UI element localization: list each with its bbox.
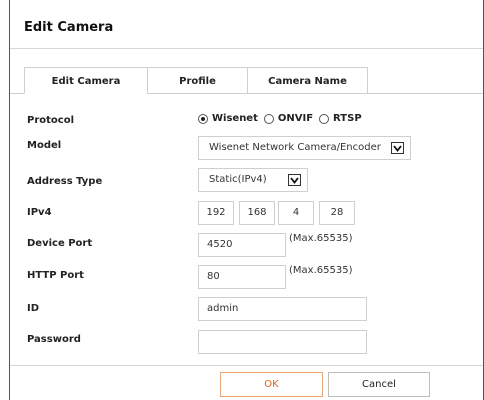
radio-button-icon (198, 113, 208, 124)
ipv4-label: IPv4 (27, 207, 52, 218)
password-label: Password (27, 334, 81, 345)
protocol-radio-group: Wisenet ONVIF RTSP (198, 113, 368, 124)
ipv4-octet-4[interactable]: 28 (319, 201, 355, 225)
device-port-label: Device Port (27, 238, 93, 249)
tab-bar: Edit Camera Profile Camera Name (24, 67, 479, 94)
model-label: Model (27, 140, 62, 151)
radio-rtsp-label: RTSP (333, 113, 362, 124)
footer-divider (10, 365, 483, 366)
ipv4-octet-2[interactable]: 168 (239, 201, 275, 225)
radio-onvif-label: ONVIF (277, 113, 314, 124)
model-select[interactable]: Wisenet Network Camera/Encoder (198, 136, 411, 160)
radio-wisenet[interactable]: Wisenet (198, 113, 258, 124)
ok-button[interactable]: OK (220, 372, 323, 397)
radio-onvif[interactable]: ONVIF (263, 113, 314, 124)
address-type-select[interactable]: Static(IPv4) (198, 168, 308, 192)
radio-button-icon (319, 113, 330, 124)
tab-baseline (148, 93, 483, 94)
edit-camera-dialog: Edit Camera Edit Camera Profile Camera N… (9, 0, 484, 400)
model-select-value: Wisenet Network Camera/Encoder (209, 142, 381, 153)
id-input[interactable]: admin (198, 297, 367, 321)
address-type-label: Address Type (27, 176, 103, 187)
tab-baseline-left (10, 93, 24, 94)
cancel-button[interactable]: Cancel (328, 372, 430, 397)
tab-profile[interactable]: Profile (147, 67, 248, 94)
http-port-hint: (Max.65535) (289, 265, 353, 276)
device-port-hint: (Max.65535) (289, 233, 353, 244)
radio-button-icon (263, 113, 274, 124)
radio-rtsp[interactable]: RTSP (319, 113, 362, 124)
tab-edit-camera[interactable]: Edit Camera (24, 67, 148, 94)
title-divider (10, 48, 483, 49)
dialog-title: Edit Camera (24, 20, 114, 35)
radio-wisenet-label: Wisenet (212, 113, 258, 124)
address-type-select-value: Static(IPv4) (209, 174, 267, 185)
device-port-input[interactable]: 4520 (198, 233, 286, 257)
chevron-down-icon (288, 174, 301, 186)
password-input[interactable] (198, 330, 367, 354)
ipv4-octet-1[interactable]: 192 (198, 201, 234, 225)
id-label: ID (27, 303, 40, 314)
tab-camera-name[interactable]: Camera Name (247, 67, 368, 94)
chevron-down-icon (391, 142, 404, 154)
http-port-label: HTTP Port (27, 270, 84, 281)
ipv4-octet-3[interactable]: 4 (278, 201, 314, 225)
http-port-input[interactable]: 80 (198, 265, 286, 289)
protocol-label: Protocol (27, 115, 75, 126)
